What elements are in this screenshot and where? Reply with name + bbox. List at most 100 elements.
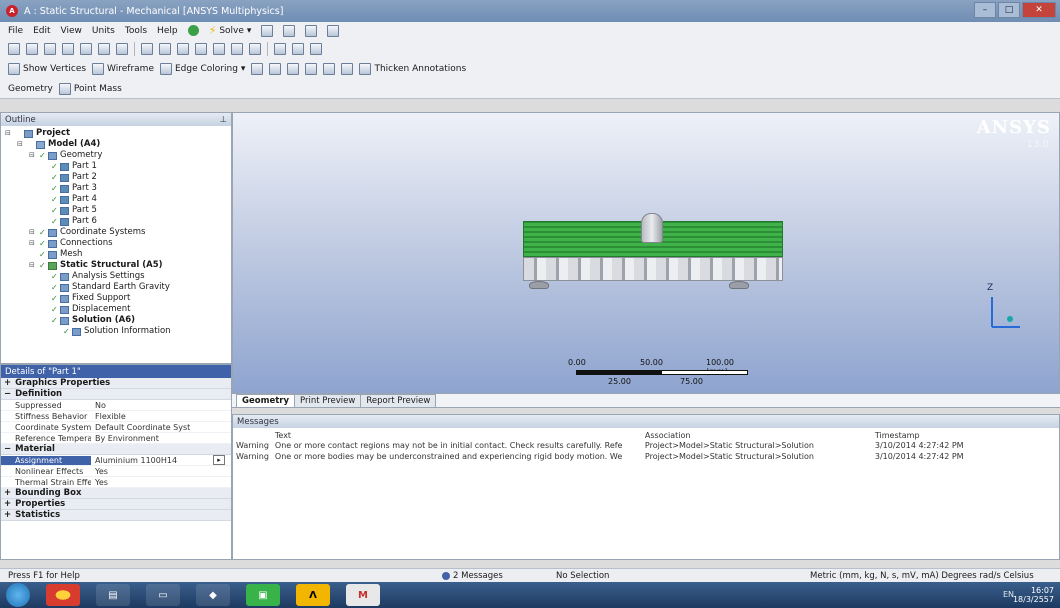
details-property-row[interactable]: Suppressed No xyxy=(1,400,231,411)
axis-triad[interactable]: Z xyxy=(973,283,1033,343)
tree-node[interactable]: ✓ Solution Information xyxy=(5,326,231,337)
previous-view-icon[interactable] xyxy=(249,43,261,55)
property-value[interactable]: Yes xyxy=(91,467,231,476)
model-geometry[interactable] xyxy=(523,213,783,293)
details-section[interactable]: + Properties xyxy=(1,499,231,510)
graphics-viewport[interactable]: ANSYS 13.0 0.00 50.00 100.00 (mm) 25.00 … xyxy=(232,112,1060,394)
section-plane-icon[interactable] xyxy=(274,43,286,55)
details-property-row[interactable]: Assignment Aluminium 1100H14 ▸ xyxy=(1,455,231,466)
geometry-context-button[interactable]: Geometry xyxy=(8,84,53,94)
tab-print-preview[interactable]: Print Preview xyxy=(294,394,362,407)
tree-node[interactable]: ⊟ Model (A4) xyxy=(5,139,231,150)
menu-view[interactable]: View xyxy=(61,26,82,36)
tree-node[interactable]: ✓ Mesh xyxy=(5,249,231,260)
property-value[interactable]: Flexible xyxy=(91,412,231,421)
details-section[interactable]: − Material xyxy=(1,444,231,455)
tree-node[interactable]: ✓ Part 4 xyxy=(5,194,231,205)
rotate-icon[interactable] xyxy=(141,43,153,55)
menu-file[interactable]: File xyxy=(8,26,23,36)
comment-icon[interactable] xyxy=(283,24,296,37)
tree-node[interactable]: ✓ Standard Earth Gravity xyxy=(5,282,231,293)
select-body-icon[interactable] xyxy=(98,43,110,55)
edge-coloring-dropdown[interactable]: Edge Coloring ▾ xyxy=(159,63,245,75)
tab-report-preview[interactable]: Report Preview xyxy=(360,394,437,407)
worksheet-icon[interactable] xyxy=(327,24,340,37)
show-vertices-button[interactable]: Show Vertices xyxy=(8,63,86,75)
property-value[interactable]: By Environment xyxy=(91,434,231,443)
expander-icon[interactable]: ⊟ xyxy=(29,260,36,271)
details-section[interactable]: + Statistics xyxy=(1,510,231,521)
column-header[interactable]: Timestamp xyxy=(872,428,1059,440)
select-edge-icon[interactable] xyxy=(62,43,74,55)
details-section[interactable]: + Bounding Box xyxy=(1,488,231,499)
tree-node[interactable]: ⊟ ✓ Geometry xyxy=(5,150,231,161)
menu-tools[interactable]: Tools xyxy=(125,26,147,36)
tab-geometry[interactable]: Geometry xyxy=(236,394,295,407)
tree-node[interactable]: ✓ Part 1 xyxy=(5,161,231,172)
collapse-icon[interactable]: − xyxy=(4,444,11,454)
expander-icon[interactable]: ⊟ xyxy=(29,238,36,249)
details-property-row[interactable]: Reference TemperatureBy Environment xyxy=(1,433,231,444)
ansys-workbench-icon[interactable]: ◆ xyxy=(196,584,230,606)
tree-node[interactable]: ✓ Solution (A6) xyxy=(5,315,231,326)
message-row[interactable]: Warning One or more contact regions may … xyxy=(233,440,1059,451)
details-property-row[interactable]: Nonlinear Effects Yes xyxy=(1,466,231,477)
collapse-icon[interactable]: − xyxy=(4,389,11,399)
details-property-row[interactable]: Stiffness Behavior Flexible xyxy=(1,411,231,422)
expander-icon[interactable]: ⊟ xyxy=(29,150,36,161)
minimize-button[interactable]: – xyxy=(974,2,996,18)
tree-node[interactable]: ✓ Analysis Settings xyxy=(5,271,231,282)
tree-node[interactable]: ⊟ ✓ Static Structural (A5) xyxy=(5,260,231,271)
tree-node[interactable]: ✓ Displacement xyxy=(5,304,231,315)
expander-icon[interactable]: ⊟ xyxy=(17,139,24,150)
image-icon[interactable] xyxy=(305,24,318,37)
edge-style-5-icon[interactable] xyxy=(323,63,336,75)
tree-node[interactable]: ✓ Part 3 xyxy=(5,183,231,194)
edge-style-2-icon[interactable] xyxy=(269,63,282,75)
viewports-icon[interactable] xyxy=(292,43,304,55)
column-header[interactable]: Association xyxy=(642,428,872,440)
tree-node[interactable]: ✓ Fixed Support xyxy=(5,293,231,304)
zoom-icon[interactable] xyxy=(177,43,189,55)
message-row[interactable]: Warning One or more bodies may be underc… xyxy=(233,451,1059,462)
explorer-icon[interactable]: ▤ xyxy=(96,584,130,606)
box-zoom-icon[interactable] xyxy=(195,43,207,55)
model-boss[interactable] xyxy=(641,213,663,243)
folder-icon[interactable]: ▭ xyxy=(146,584,180,606)
tree-node[interactable]: ⊟ ✓ Connections xyxy=(5,238,231,249)
close-button[interactable]: ✕ xyxy=(1022,2,1056,18)
menu-units[interactable]: Units xyxy=(92,26,115,36)
model-bottom-part[interactable] xyxy=(523,257,783,281)
extend-selection-icon[interactable] xyxy=(116,43,128,55)
details-section[interactable]: + Graphics Properties xyxy=(1,378,231,389)
pin-icon[interactable]: ⊥ xyxy=(220,115,227,125)
dropdown-arrow-icon[interactable]: ▸ xyxy=(213,455,225,465)
expand-icon[interactable]: + xyxy=(4,499,11,509)
magnifier-icon[interactable] xyxy=(231,43,243,55)
column-header[interactable]: Text xyxy=(272,428,642,440)
column-header[interactable] xyxy=(233,428,272,440)
status-messages[interactable]: 2 Messages xyxy=(442,571,503,581)
tree-node[interactable]: ✓ Part 6 xyxy=(5,216,231,227)
status-units[interactable]: Metric (mm, kg, N, s, mV, mA) Degrees ra… xyxy=(810,571,1034,581)
select-vertex-icon[interactable] xyxy=(44,43,56,55)
gmail-icon[interactable]: M xyxy=(346,584,380,606)
insert-icon[interactable] xyxy=(261,24,274,37)
chrome-icon[interactable] xyxy=(46,584,80,606)
property-value[interactable]: Default Coordinate Syst xyxy=(91,423,231,432)
property-value[interactable]: Aluminium 1100H14 xyxy=(91,456,213,465)
select-mode-icon[interactable] xyxy=(8,43,20,55)
property-value[interactable]: No xyxy=(91,401,231,410)
select-face-icon[interactable] xyxy=(80,43,92,55)
menu-edit[interactable]: Edit xyxy=(33,26,50,36)
line-app-icon[interactable]: ▣ xyxy=(246,584,280,606)
zoom-to-fit-icon[interactable] xyxy=(213,43,225,55)
model-foot-left[interactable] xyxy=(529,281,549,289)
tree-node[interactable]: ✓ Part 2 xyxy=(5,172,231,183)
details-property-row[interactable]: Coordinate System Default Coordinate Syst xyxy=(1,422,231,433)
wireframe-button[interactable]: Wireframe xyxy=(92,63,154,75)
frame-icon[interactable] xyxy=(310,43,322,55)
property-value[interactable]: Yes xyxy=(91,478,231,487)
tree-node[interactable]: ⊟ ✓ Coordinate Systems xyxy=(5,227,231,238)
edge-style-6-icon[interactable] xyxy=(341,63,354,75)
